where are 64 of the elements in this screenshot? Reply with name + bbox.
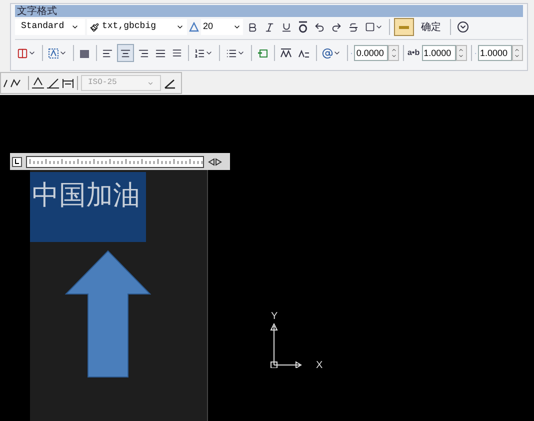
strikethrough-icon — [348, 22, 359, 32]
ruler-icon — [399, 26, 409, 28]
dimension-update-icon — [62, 77, 74, 89]
caret-icon — [59, 49, 68, 57]
square-icon — [365, 22, 375, 32]
ucs-axis-icon — [268, 322, 302, 368]
text-box-icon — [48, 48, 60, 58]
caret-icon — [205, 49, 214, 57]
italic-icon — [264, 22, 275, 32]
editor-text: 中国加油 — [32, 180, 140, 211]
dimension-text-icon — [32, 77, 44, 89]
tab-type-icon — [12, 156, 22, 166]
oblique-dimension-icon — [47, 77, 59, 89]
bold-icon — [247, 22, 258, 32]
ok-button[interactable]: 确定 — [416, 18, 446, 36]
text-height-dropdown[interactable]: 20 — [201, 19, 243, 35]
up-caret-icon — [390, 47, 397, 53]
justify-icon — [155, 48, 166, 58]
align-left-icon — [102, 48, 114, 58]
distribute-icon — [172, 48, 182, 58]
tracking-field[interactable]: 1.0000 — [422, 45, 456, 61]
align-center-icon — [120, 48, 132, 58]
down-caret-icon — [458, 53, 464, 59]
spinner-button[interactable] — [456, 45, 467, 61]
caret-icon — [71, 23, 79, 31]
caret-icon — [233, 23, 241, 31]
overline-icon — [298, 21, 308, 33]
style-dropdown[interactable]: Standard — [15, 19, 85, 35]
caret-icon — [332, 49, 341, 57]
ruler-toggle-button[interactable] — [394, 18, 414, 36]
caret-icon — [147, 80, 154, 86]
toolbar-title: 文字格式 — [16, 6, 57, 16]
spinner-button[interactable] — [512, 45, 523, 61]
up-caret-icon — [514, 47, 520, 53]
ruler-resize-icon — [208, 158, 222, 166]
x-axis-label: X — [316, 359, 323, 373]
down-caret-icon — [390, 53, 397, 59]
align-right-icon — [138, 48, 150, 58]
insert-field-icon — [256, 48, 268, 58]
options-icon — [457, 21, 469, 33]
uppercase-icon — [280, 48, 292, 58]
caret-icon — [236, 49, 245, 57]
y-axis-label: Y — [271, 310, 278, 324]
at-sign-icon — [322, 48, 333, 58]
spinner-button[interactable] — [388, 45, 400, 61]
caret-icon — [375, 23, 383, 31]
font-dropdown[interactable]: txt,gbcbig — [87, 19, 187, 35]
oblique-angle-field[interactable]: 0.0000 — [354, 45, 388, 61]
width-factor-field[interactable]: 1.0000 — [478, 45, 512, 61]
caret-icon — [176, 23, 184, 31]
paragraph-icon — [79, 48, 90, 58]
down-caret-icon — [514, 53, 520, 59]
underline-icon — [281, 22, 292, 32]
align-center-button[interactable] — [117, 44, 134, 62]
undo-icon — [314, 22, 325, 32]
up-caret-icon — [458, 47, 464, 53]
columns-icon — [17, 48, 28, 58]
tracking-label: a•b — [407, 47, 420, 59]
text-height-icon — [189, 22, 199, 32]
line-spacing-icon — [194, 48, 206, 58]
lowercase-icon — [298, 48, 310, 58]
redo-icon — [331, 22, 342, 32]
caret-icon — [28, 49, 36, 57]
dimension-style-icon — [164, 77, 176, 89]
